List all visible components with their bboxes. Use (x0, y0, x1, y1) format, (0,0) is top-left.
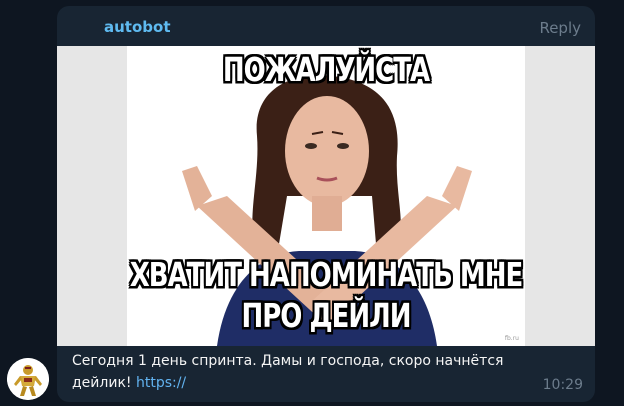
meme-bottom-caption-line2: ПРО ДЕЙЛИ (241, 298, 411, 336)
meme-top-caption: ПОЖАЛУЙСТА (222, 52, 430, 90)
meme-watermark: fb.ru (504, 335, 519, 342)
message-text: Сегодня 1 день спринта. Дамы и господа, … (72, 350, 542, 394)
message-link[interactable]: https:// (136, 375, 186, 391)
meme-image[interactable]: ПОЖАЛУЙСТА ХВАТИТ НАПОМИНАТЬ МНЕ ПРО ДЕЙ… (57, 46, 595, 346)
sender-avatar[interactable] (7, 358, 49, 400)
reply-button[interactable]: Reply (539, 19, 581, 37)
meme-bottom-caption-line1: ХВАТИТ НАПОМИНАТЬ МНЕ (129, 257, 524, 295)
meme-bottom-caption: ХВАТИТ НАПОМИНАТЬ МНЕ ПРО ДЕЙЛИ (127, 256, 525, 339)
message-bubble[interactable]: autobot Reply ПОЖАЛУЙСТА ХВАТИТ НАПОМИНА… (57, 6, 595, 402)
meme-canvas: ПОЖАЛУЙСТА ХВАТИТ НАПОМИНАТЬ МНЕ ПРО ДЕЙ… (127, 46, 525, 346)
robot-avatar-icon (7, 358, 49, 400)
message-time: 10:29 (542, 377, 583, 393)
sender-name[interactable]: autobot (104, 18, 171, 36)
